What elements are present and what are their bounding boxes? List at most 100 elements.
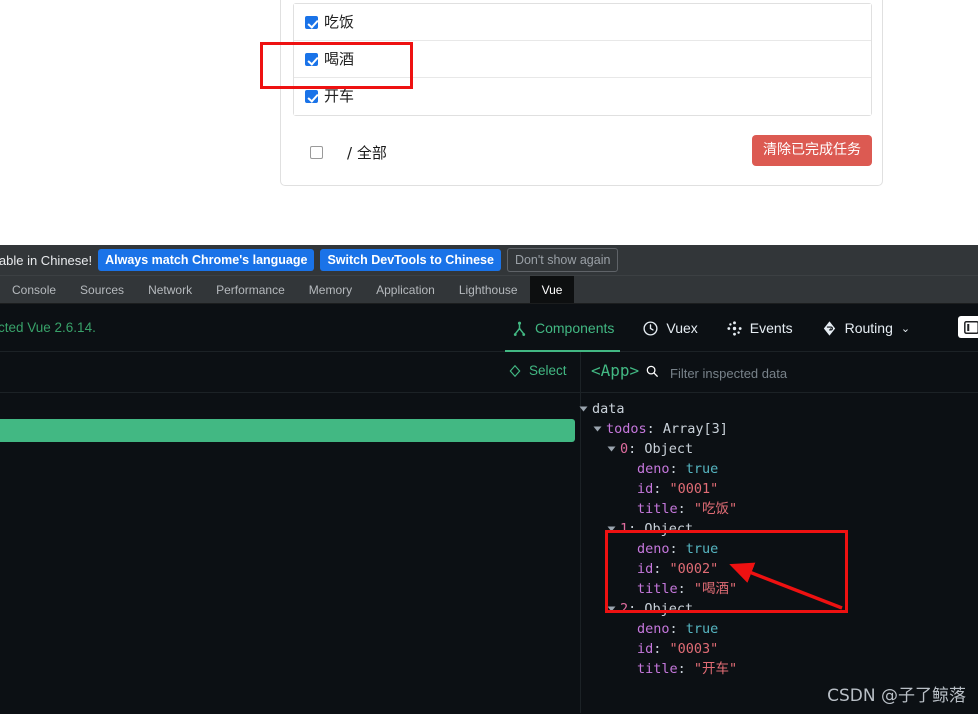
devtools-panel: lable in Chinese! Always match Chrome's … [0, 245, 978, 714]
tree-key: title [637, 581, 678, 597]
vue-sub-toolbar: Select <App> [0, 352, 978, 393]
chevron-expanded-icon[interactable] [607, 526, 616, 532]
select-all-checkbox[interactable] [310, 145, 323, 159]
tree-key: data [592, 401, 625, 417]
vue-nav-components[interactable]: Components [497, 304, 628, 352]
vue-nav-label: Routing [844, 320, 893, 336]
tree-index: 0 [620, 441, 629, 457]
tree-value: "0001" [669, 481, 719, 497]
tree-key: title [637, 501, 678, 517]
tree-value: true [685, 621, 719, 637]
tree-index: 1 [620, 521, 629, 537]
tree-row-data[interactable]: data [579, 399, 978, 419]
tree-value: Object [644, 601, 694, 617]
tab-sources[interactable]: Sources [68, 276, 136, 303]
vue-devtools-panel: cted Vue 2.6.14. Components Vuex Events … [0, 304, 978, 714]
toolbar-divider [580, 352, 581, 393]
tree-value: Array[3] [662, 421, 728, 437]
components-icon [511, 320, 528, 337]
todo-checkbox[interactable] [305, 52, 318, 66]
vuex-clock-icon [642, 320, 659, 337]
tab-network[interactable]: Network [136, 276, 204, 303]
dont-show-again-button[interactable]: Don't show again [506, 248, 619, 272]
todo-list: 吃饭 喝酒 开车 [293, 3, 872, 116]
tree-row-prop[interactable]: deno : true [581, 539, 978, 559]
select-button-label: Select [529, 363, 567, 378]
switch-devtools-chinese-button[interactable]: Switch DevTools to Chinese [320, 249, 501, 271]
chevron-expanded-icon[interactable] [579, 406, 588, 412]
tree-value: Object [644, 441, 694, 457]
tree-row-prop[interactable]: deno : true [581, 619, 978, 639]
tab-application[interactable]: Application [364, 276, 447, 303]
component-tree-selected-row[interactable] [0, 419, 575, 442]
routing-icon [821, 320, 838, 337]
todo-checkbox[interactable] [305, 90, 318, 103]
search-icon [645, 364, 659, 383]
component-tree[interactable] [0, 393, 580, 713]
vue-version-text: cted Vue 2.6.14. [0, 320, 96, 335]
devtools-dock-icon[interactable] [958, 316, 978, 338]
browser-page-area: 吃饭 喝酒 开车 / 全部 清除已完成任务 [0, 0, 978, 245]
tree-value: true [685, 541, 719, 557]
todo-checkbox[interactable] [305, 15, 318, 29]
tab-console[interactable]: Console [0, 276, 68, 303]
todo-item-label: 喝酒 [324, 49, 355, 68]
tree-row-prop[interactable]: id : "0001" [581, 479, 978, 499]
screenshot-root: 吃饭 喝酒 开车 / 全部 清除已完成任务 lable in Chinese! … [0, 0, 978, 714]
banner-message: lable in Chinese! [0, 252, 93, 268]
tree-key: todos [606, 421, 647, 437]
tree-key: id [637, 641, 654, 657]
vue-nav-vuex[interactable]: Vuex [628, 304, 711, 352]
todo-item-label: 吃饭 [324, 12, 355, 31]
vue-nav-label: Components [535, 320, 615, 336]
chevron-expanded-icon[interactable] [607, 446, 616, 452]
select-component-button[interactable]: Select [508, 363, 567, 378]
tree-key: id [637, 481, 654, 497]
chevron-expanded-icon[interactable] [607, 606, 616, 612]
chevron-down-icon[interactable]: ⌄ [901, 322, 910, 335]
filter-input[interactable] [670, 366, 900, 381]
events-icon [726, 320, 743, 337]
tree-row-object[interactable]: 1 : Object [581, 519, 978, 539]
tree-row-object[interactable]: 0 : Object [581, 439, 978, 459]
always-match-language-button[interactable]: Always match Chrome's language [98, 249, 315, 271]
tab-vue[interactable]: Vue [529, 276, 575, 303]
target-select-icon [508, 364, 522, 378]
clear-completed-button[interactable]: 清除已完成任务 [752, 135, 872, 167]
tree-value: "0002" [669, 561, 719, 577]
filter-inspected-data[interactable] [645, 364, 900, 383]
tree-row-prop[interactable]: title : "喝酒" [581, 579, 978, 599]
vue-nav-events[interactable]: Events [712, 304, 807, 352]
devtools-tab-bar: Console Sources Network Performance Memo… [0, 276, 978, 304]
inspected-data-tree: data todos : Array[3] 0 : Object deno: … [579, 393, 978, 713]
tree-row-prop[interactable]: id : "0003" [581, 639, 978, 659]
tree-value: Object [644, 521, 694, 537]
tree-value: true [685, 461, 719, 477]
todo-item-label: 开车 [324, 87, 355, 105]
tree-row-todos[interactable]: todos : Array[3] [581, 419, 978, 439]
chevron-expanded-icon[interactable] [593, 426, 602, 432]
tree-index: 2 [620, 601, 629, 617]
vue-nav-routing[interactable]: Routing ⌄ [807, 304, 924, 352]
tab-memory[interactable]: Memory [297, 276, 364, 303]
vue-nav-label: Vuex [666, 320, 698, 336]
tree-key: id [637, 561, 654, 577]
tree-value: "吃饭" [693, 501, 738, 517]
todo-item[interactable]: 开车 [294, 78, 871, 115]
todo-item[interactable]: 喝酒 [294, 41, 871, 78]
tree-row-object[interactable]: 2 : Object [581, 599, 978, 619]
tree-row-prop[interactable]: title : "开车" [581, 659, 978, 679]
todo-card: 吃饭 喝酒 开车 / 全部 清除已完成任务 [280, 0, 883, 186]
tree-key: deno [637, 621, 670, 637]
inspected-component-tag: <App> [591, 361, 640, 380]
tab-lighthouse[interactable]: Lighthouse [447, 276, 530, 303]
vue-nav-label: Events [749, 320, 793, 336]
tab-performance[interactable]: Performance [204, 276, 297, 303]
vue-nav-bar: Components Vuex Events Routing ⌄ [497, 304, 924, 352]
tree-row-prop[interactable]: deno : true [581, 459, 978, 479]
devtools-language-banner: lable in Chinese! Always match Chrome's … [0, 245, 978, 276]
tree-row-prop[interactable]: id : "0002" [581, 559, 978, 579]
tree-key: deno [637, 461, 670, 477]
todo-item[interactable]: 吃饭 [294, 4, 871, 41]
tree-row-prop[interactable]: title : "吃饭" [581, 499, 978, 519]
